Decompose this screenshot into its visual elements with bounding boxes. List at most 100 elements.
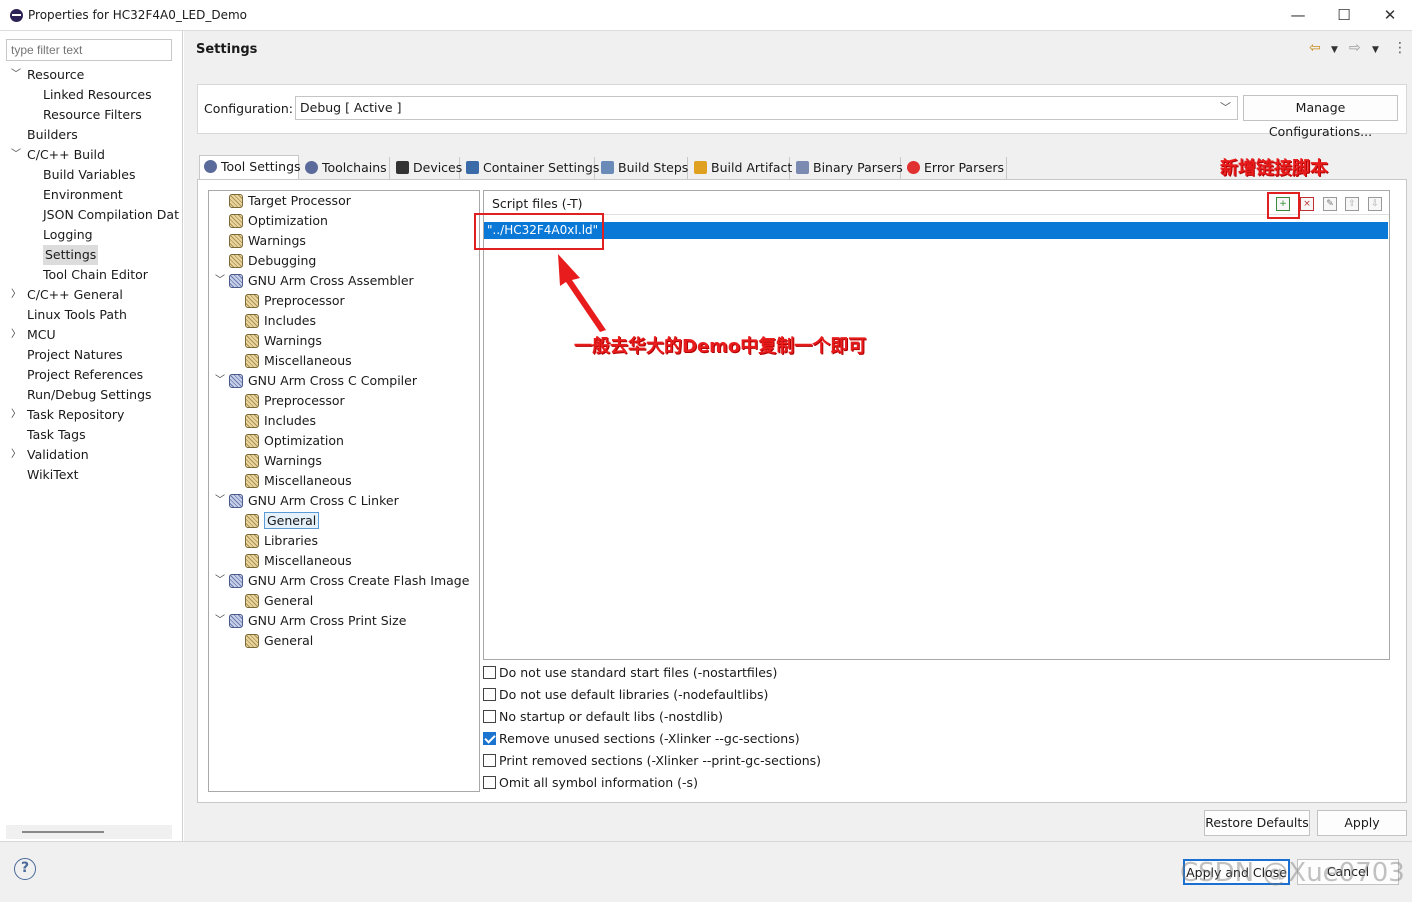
filter-input[interactable]: [6, 39, 172, 61]
checkbox-checked-icon[interactable]: [483, 732, 496, 745]
nav-item[interactable]: Linked Resources: [0, 85, 183, 105]
delete-file-icon[interactable]: ×: [1300, 197, 1314, 211]
tool-tree-item[interactable]: ﹀ GNU Arm Cross C Linker: [215, 491, 399, 511]
move-down-icon[interactable]: ⇩: [1368, 197, 1382, 211]
restore-defaults-button[interactable]: Restore Defaults: [1204, 810, 1310, 836]
tab-build-steps[interactable]: Build Steps: [597, 157, 688, 179]
tool-tree-item[interactable]: ﹀ GNU Arm Cross C Compiler: [215, 371, 417, 391]
chevron-right-icon[interactable]: 〉: [11, 445, 21, 465]
tool-tree-item[interactable]: Debugging: [229, 251, 316, 271]
nav-item[interactable]: Builders: [0, 125, 183, 145]
nav-item[interactable]: 〉 Validation: [0, 445, 183, 465]
chevron-down-icon[interactable]: ﹀: [215, 611, 225, 631]
tool-tree-item[interactable]: General: [245, 591, 313, 611]
edit-file-icon[interactable]: ✎: [1323, 197, 1337, 211]
checkbox-icon[interactable]: [483, 710, 496, 723]
scrollbar-thumb[interactable]: [22, 831, 104, 833]
option-checkbox[interactable]: Print removed sections (-Xlinker --print…: [483, 752, 821, 770]
option-checkbox[interactable]: Do not use standard start files (-nostar…: [483, 664, 777, 682]
script-file-item[interactable]: "../HC32F4A0xI.ld": [484, 222, 1388, 239]
tool-tree-item[interactable]: General: [245, 511, 320, 531]
nav-item[interactable]: Project Natures: [0, 345, 183, 365]
error-icon: [907, 161, 920, 174]
tab-container-settings[interactable]: Container Settings: [462, 157, 599, 179]
tool-tree-item[interactable]: Warnings: [229, 231, 306, 251]
chevron-down-icon[interactable]: ﹀: [11, 145, 21, 165]
move-up-icon[interactable]: ⇧: [1345, 197, 1359, 211]
back-arrow-icon[interactable]: ⇦: [1309, 40, 1321, 56]
tool-tree-item[interactable]: Preprocessor: [245, 291, 345, 311]
tool-tree-item[interactable]: General: [245, 631, 313, 651]
tool-tree-item[interactable]: ﹀ GNU Arm Cross Assembler: [215, 271, 414, 291]
nav-item[interactable]: Tool Chain Editor: [0, 265, 183, 285]
chevron-down-icon[interactable]: ﹀: [215, 491, 225, 511]
tool-tree-item[interactable]: ﹀ GNU Arm Cross Create Flash Image: [215, 571, 469, 591]
tool-tree-item[interactable]: Includes: [245, 411, 316, 431]
nav-item[interactable]: Run/Debug Settings: [0, 385, 183, 405]
forward-dropdown-icon[interactable]: ▼: [1372, 45, 1379, 55]
forward-arrow-icon[interactable]: ⇨: [1349, 40, 1361, 56]
nav-item[interactable]: 〉 C/C++ General: [0, 285, 183, 305]
tab-error-parsers[interactable]: Error Parsers: [903, 157, 1007, 179]
nav-item[interactable]: Environment: [0, 185, 183, 205]
apply-button[interactable]: Apply: [1317, 810, 1407, 836]
back-dropdown-icon[interactable]: ▼: [1331, 45, 1338, 55]
option-label: Omit all symbol information (-s): [499, 775, 698, 790]
tool-tree-item[interactable]: Miscellaneous: [245, 551, 352, 571]
tool-tree-item[interactable]: Optimization: [245, 431, 344, 451]
chevron-right-icon[interactable]: 〉: [11, 405, 21, 425]
tool-tree-item[interactable]: Target Processor: [229, 191, 351, 211]
nav-item[interactable]: Resource Filters: [0, 105, 183, 125]
checkbox-icon[interactable]: [483, 688, 496, 701]
nav-item[interactable]: Project References: [0, 365, 183, 385]
checkbox-icon[interactable]: [483, 666, 496, 679]
option-checkbox[interactable]: Remove unused sections (-Xlinker --gc-se…: [483, 730, 800, 748]
nav-item[interactable]: ﹀ C/C++ Build: [0, 145, 183, 165]
tool-tree-label: Preprocessor: [264, 293, 345, 308]
chevron-down-icon[interactable]: ﹀: [11, 65, 21, 85]
nav-item[interactable]: Task Tags: [0, 425, 183, 445]
option-checkbox[interactable]: Omit all symbol information (-s): [483, 774, 698, 792]
tool-tree-item[interactable]: Warnings: [245, 331, 322, 351]
tool-tree-item[interactable]: Warnings: [245, 451, 322, 471]
tab-build-artifact[interactable]: Build Artifact: [690, 157, 792, 179]
chevron-down-icon[interactable]: ﹀: [215, 271, 225, 291]
tool-tree-item[interactable]: Libraries: [245, 531, 318, 551]
tab-tool-settings[interactable]: Tool Settings: [199, 155, 301, 180]
tab-devices[interactable]: Devices: [392, 157, 462, 179]
nav-item[interactable]: Build Variables: [0, 165, 183, 185]
option-checkbox[interactable]: No startup or default libs (-nostdlib): [483, 708, 723, 726]
close-button[interactable]: ✕: [1367, 0, 1412, 31]
tab-toolchains[interactable]: Toolchains: [301, 157, 390, 179]
nav-item[interactable]: ﹀ Resource: [0, 65, 183, 85]
manage-configurations-button[interactable]: Manage Configurations...: [1243, 95, 1398, 139]
checkbox-icon[interactable]: [483, 776, 496, 789]
menu-icon[interactable]: ⋮: [1393, 40, 1407, 56]
help-icon[interactable]: ?: [14, 858, 36, 880]
configuration-select[interactable]: Debug [ Active ] ﹀: [295, 96, 1238, 120]
tool-tree-item[interactable]: ﹀ GNU Arm Cross Print Size: [215, 611, 406, 631]
maximize-button[interactable]: ☐: [1321, 0, 1367, 31]
chevron-down-icon[interactable]: ﹀: [215, 571, 225, 591]
nav-item-label: MCU: [27, 327, 56, 342]
nav-item[interactable]: Settings: [0, 245, 183, 265]
chevron-down-icon[interactable]: ﹀: [215, 371, 225, 391]
horizontal-scrollbar[interactable]: [6, 825, 172, 839]
nav-item[interactable]: Logging: [0, 225, 183, 245]
tab-binary-parsers[interactable]: Binary Parsers: [792, 157, 903, 179]
nav-item[interactable]: 〉 MCU: [0, 325, 183, 345]
chevron-right-icon[interactable]: 〉: [11, 325, 21, 345]
option-checkbox[interactable]: Do not use default libraries (-nodefault…: [483, 686, 768, 704]
tool-tree-item[interactable]: Preprocessor: [245, 391, 345, 411]
nav-item[interactable]: Linux Tools Path: [0, 305, 183, 325]
tool-tree-item[interactable]: Includes: [245, 311, 316, 331]
tool-tree-item[interactable]: Miscellaneous: [245, 471, 352, 491]
minimize-button[interactable]: —: [1275, 0, 1321, 31]
tool-tree-item[interactable]: Miscellaneous: [245, 351, 352, 371]
chevron-right-icon[interactable]: 〉: [11, 285, 21, 305]
nav-item[interactable]: JSON Compilation Dat: [0, 205, 183, 225]
nav-item[interactable]: WikiText: [0, 465, 183, 485]
nav-item[interactable]: 〉 Task Repository: [0, 405, 183, 425]
tool-tree-item[interactable]: Optimization: [229, 211, 328, 231]
checkbox-icon[interactable]: [483, 754, 496, 767]
